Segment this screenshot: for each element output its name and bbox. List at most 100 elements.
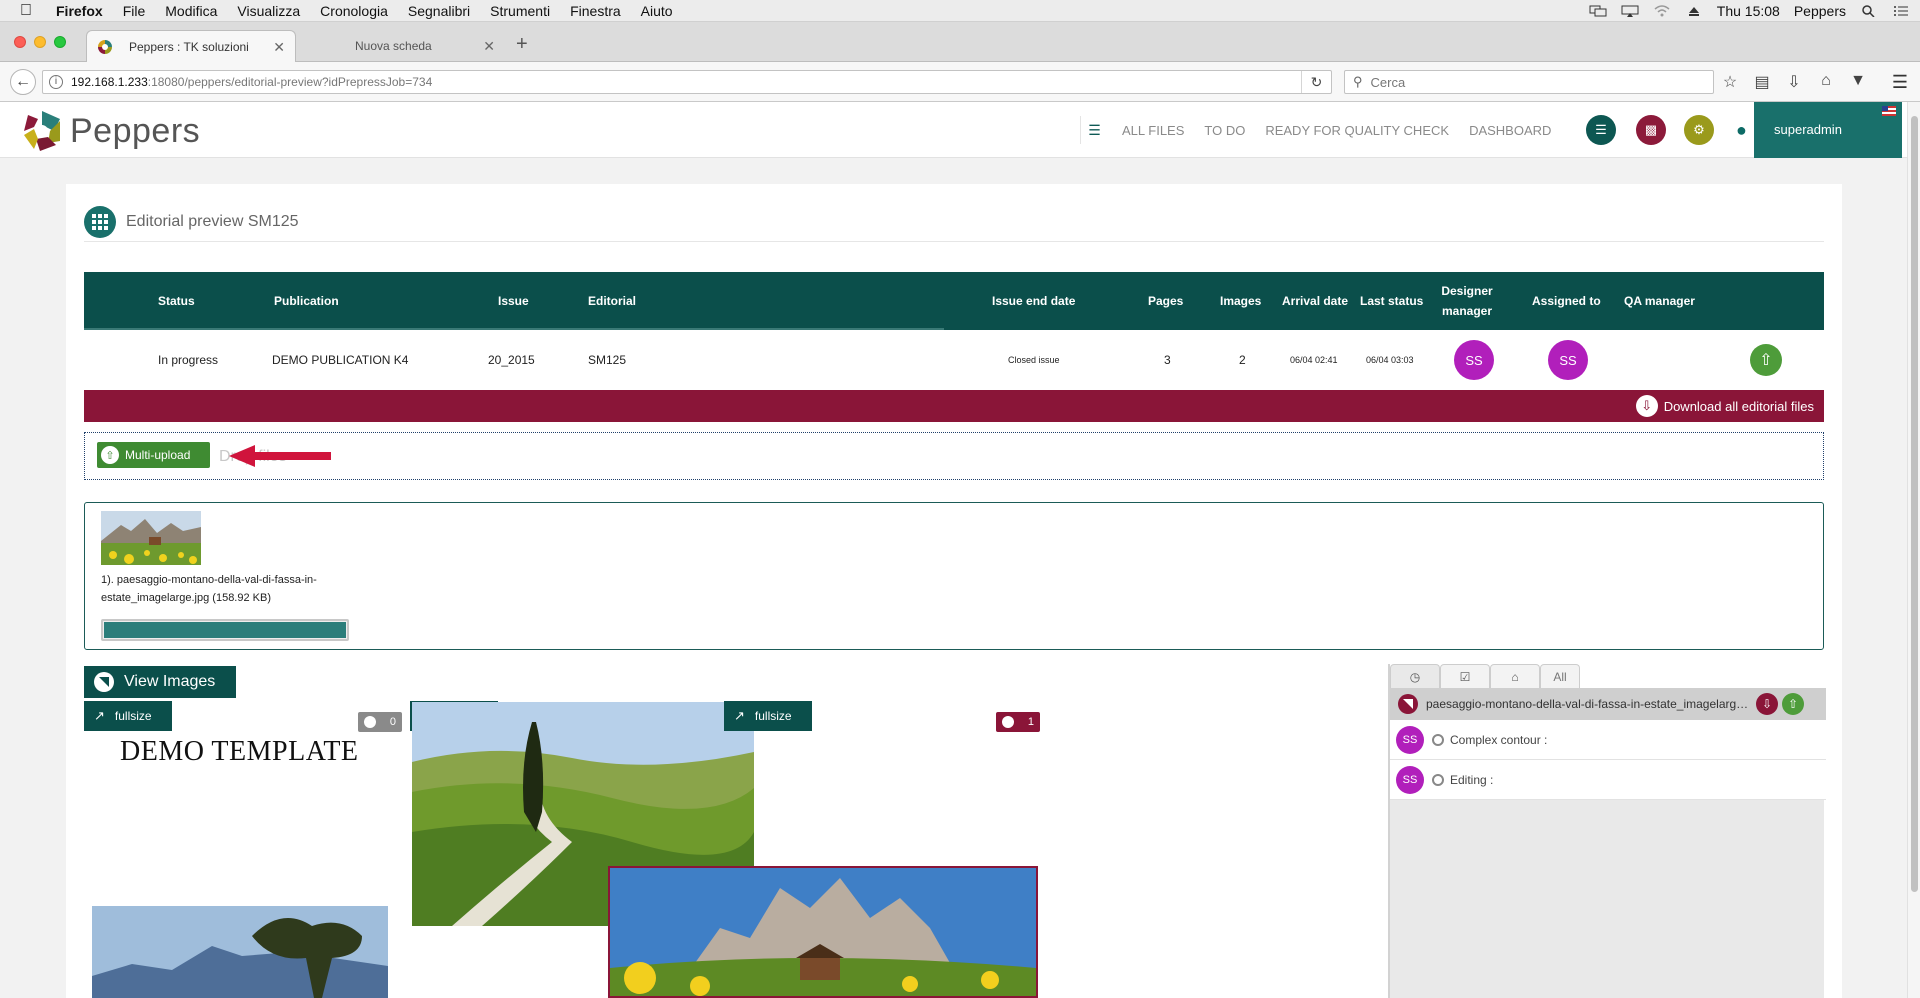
menubar-user[interactable]: Peppers: [1794, 3, 1846, 19]
fullsize-button[interactable]: ↗ fullsize: [84, 701, 172, 731]
close-tab-icon[interactable]: ✕: [273, 39, 285, 56]
avatar: SS: [1396, 725, 1424, 754]
menu-visualizza[interactable]: Visualizza: [237, 3, 300, 19]
display-icon[interactable]: [1589, 5, 1607, 17]
external-link-icon: ↗: [734, 708, 745, 723]
download-all-button[interactable]: ⇩ Download all editorial files: [1635, 395, 1814, 417]
chart-icon: ▩: [1644, 122, 1658, 137]
menu-app[interactable]: Firefox: [56, 3, 103, 19]
statistics-button[interactable]: ▩: [1636, 115, 1666, 145]
eject-icon[interactable]: [1685, 5, 1703, 17]
table-row[interactable]: In progress DEMO PUBLICATION K4 20_2015 …: [84, 330, 1824, 390]
new-tab-icon[interactable]: +: [516, 34, 528, 54]
fullsize-label: fullsize: [754, 709, 792, 723]
check-icon: ☑: [1459, 669, 1471, 684]
th-images[interactable]: Images: [1220, 272, 1261, 330]
window-zoom-button[interactable]: [54, 36, 66, 48]
th-status[interactable]: Status: [158, 272, 195, 330]
panel-file-row[interactable]: paesaggio-montano-della-val-di-fassa-in-…: [1390, 688, 1826, 720]
wifi-icon[interactable]: [1653, 5, 1671, 17]
list-icon[interactable]: ☰: [1080, 116, 1108, 144]
info-icon[interactable]: i: [49, 75, 63, 89]
multi-upload-label: Multi-upload: [125, 448, 191, 462]
view-images-button[interactable]: View Images: [84, 666, 236, 698]
url-bar[interactable]: i 192.168.1.233 :18080/peppers/editorial…: [42, 70, 1332, 94]
th-publication[interactable]: Publication: [274, 272, 339, 330]
cloud-download-icon[interactable]: ⇩: [1756, 693, 1778, 715]
nav-ready-for-quality-check[interactable]: READY FOR QUALITY CHECK: [1265, 123, 1449, 138]
tab-history[interactable]: ◷: [1390, 664, 1440, 688]
bookmark-star-icon[interactable]: ☆: [1720, 72, 1740, 92]
user-name[interactable]: superadmin: [1754, 102, 1902, 158]
settings-button[interactable]: ⚙: [1684, 115, 1714, 145]
search-icon: ⚲: [1353, 74, 1363, 89]
upload-dropzone[interactable]: ⇧ Multi-upload Drop files: [84, 432, 1824, 480]
airplay-icon[interactable]: [1621, 5, 1639, 17]
search-input[interactable]: ⚲ Cerca: [1344, 70, 1714, 94]
peppers-logo[interactable]: Peppers: [20, 109, 200, 153]
tab-all[interactable]: All: [1540, 664, 1580, 688]
list-item[interactable]: SS Complex contour :: [1390, 720, 1826, 760]
nav-to-do[interactable]: TO DO: [1204, 123, 1245, 138]
cloud-upload-icon[interactable]: ⇧: [1782, 693, 1804, 715]
menu-finestra[interactable]: Finestra: [570, 3, 621, 19]
image-count-badge[interactable]: 0: [358, 712, 402, 732]
upload-thumbnail: [101, 511, 201, 565]
menu-cronologia[interactable]: Cronologia: [320, 3, 388, 19]
notification-center-icon[interactable]: [1892, 5, 1910, 17]
user-menu[interactable]: ● superadmin: [1734, 102, 1902, 158]
tab-checklist[interactable]: ☑: [1440, 664, 1490, 688]
home-icon[interactable]: ⌂: [1816, 72, 1836, 92]
th-issue-end-date[interactable]: Issue end date: [992, 272, 1075, 330]
window-close-button[interactable]: [14, 36, 26, 48]
clock-icon: [1432, 733, 1444, 746]
menu-segnalibri[interactable]: Segnalibri: [408, 3, 470, 19]
panel-tabs: ◷ ☑ ⌂ All: [1390, 664, 1826, 688]
list-item[interactable]: SS Editing :: [1390, 760, 1826, 800]
hamburger-menu-icon[interactable]: ☰: [1892, 72, 1908, 93]
th-editorial[interactable]: Editorial: [588, 272, 636, 330]
upload-icon[interactable]: ⇧: [1750, 344, 1782, 376]
tab-home[interactable]: ⌂: [1490, 664, 1540, 688]
designer-manager-avatar[interactable]: SS: [1454, 340, 1494, 380]
th-qa-manager[interactable]: QA manager: [1624, 272, 1695, 330]
menu-strumenti[interactable]: Strumenti: [490, 3, 550, 19]
th-pages[interactable]: Pages: [1148, 272, 1183, 330]
menu-aiuto[interactable]: Aiuto: [641, 3, 673, 19]
cell-issue: 20_2015: [488, 353, 535, 367]
multi-upload-button[interactable]: ⇧ Multi-upload: [97, 442, 210, 468]
window-minimize-button[interactable]: [34, 36, 46, 48]
th-last-status[interactable]: Last status: [1360, 272, 1423, 330]
list-view-button[interactable]: ☰: [1586, 115, 1616, 145]
pocket-icon[interactable]: ▼: [1848, 72, 1868, 92]
menubar-clock[interactable]: Thu 15:08: [1717, 3, 1780, 19]
fullsize-button[interactable]: ↗ fullsize: [724, 701, 812, 731]
th-issue[interactable]: Issue: [498, 272, 529, 330]
nav-all-files[interactable]: ALL FILES: [1122, 123, 1184, 138]
back-arrow-icon[interactable]: ←: [10, 69, 36, 95]
us-flag-icon[interactable]: [1882, 106, 1896, 116]
close-tab-icon[interactable]: ✕: [483, 38, 495, 55]
menu-file[interactable]: File: [123, 3, 146, 19]
reload-icon[interactable]: ↻: [1301, 71, 1331, 93]
download-bar: ⇩ Download all editorial files: [84, 390, 1824, 422]
page-scrollbar[interactable]: [1907, 102, 1920, 998]
apple-icon[interactable]: : [20, 2, 38, 20]
tab-peppers[interactable]: Peppers : TK soluzioni ✕: [86, 30, 296, 62]
assigned-to-avatar[interactable]: SS: [1548, 340, 1588, 380]
fullsize-label: fullsize: [114, 709, 152, 723]
image-count-badge[interactable]: 1: [996, 712, 1040, 732]
cloud-download-icon: ⇩: [1635, 395, 1658, 417]
reading-list-icon[interactable]: ▤: [1752, 72, 1772, 92]
peppers-logo-icon: [24, 111, 60, 151]
th-assigned-to[interactable]: Assigned to: [1532, 272, 1601, 330]
th-designer-manager[interactable]: Designer manager: [1436, 272, 1498, 330]
nav-dashboard[interactable]: DASHBOARD: [1469, 123, 1551, 138]
spotlight-icon[interactable]: [1860, 5, 1878, 17]
comments-panel: ◷ ☑ ⌂ All paesaggio-montano-della-val-di…: [1388, 664, 1826, 998]
tab-new[interactable]: Nuova scheda ✕: [300, 30, 505, 62]
menu-modifica[interactable]: Modifica: [165, 3, 217, 19]
th-arrival-date[interactable]: Arrival date: [1282, 272, 1348, 330]
download-icon[interactable]: ⇩: [1784, 72, 1804, 92]
scrollbar-thumb[interactable]: [1911, 116, 1918, 892]
